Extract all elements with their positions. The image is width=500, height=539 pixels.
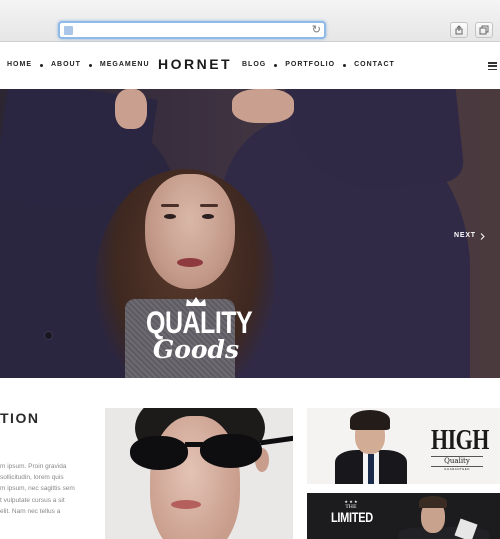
tabs-button[interactable] (475, 22, 493, 38)
nav-separator (88, 63, 92, 67)
nav-contact[interactable]: CONTACT (354, 60, 395, 70)
hero-slider: QUALITY Goods NEXT (0, 89, 500, 378)
hero-script-text: Goods (152, 335, 240, 364)
nav-blog[interactable]: BLOG (242, 60, 266, 70)
share-icon (455, 25, 463, 35)
nav-about[interactable]: ABOUT (51, 60, 81, 70)
limited-pre-text: THE (345, 504, 357, 510)
nav-separator (40, 63, 43, 67)
body-line: elit. Nam nec tellus a (0, 507, 61, 515)
guaranteed-tagline: GUARANTEED (444, 467, 470, 471)
nav-megamenu[interactable]: MEGAMENU (100, 60, 150, 70)
high-quality-tile[interactable]: HIGH Quality GUARANTEED (307, 408, 500, 484)
suited-man-photo (335, 408, 407, 484)
address-bar[interactable]: ↻ (58, 21, 326, 39)
primary-nav-right: BLOG PORTFOLIO CONTACT (242, 60, 395, 70)
site-logo[interactable]: HORNET (158, 56, 232, 72)
body-line: m ipsum. Proin gravida (0, 463, 67, 470)
coat-button (44, 331, 53, 340)
quality-subtitle: Quality (431, 456, 483, 467)
browser-toolbar: ↻ (0, 0, 500, 42)
section-body-text: m ipsum. Proin gravida sollicitudin, lor… (0, 461, 82, 517)
sunglasses-model-tile[interactable] (105, 408, 293, 539)
body-line: m ipsum, nec sagittis sem (0, 485, 75, 493)
nav-separator (343, 63, 347, 67)
favicon-icon (64, 26, 73, 35)
site-header: HOME ABOUT MEGAMENU HORNET BLOG PORTFOLI… (0, 43, 500, 89)
body-line: t vulputate cursus a sit (0, 496, 65, 504)
reload-icon[interactable]: ↻ (312, 23, 321, 37)
tabs-icon (479, 25, 489, 35)
high-title: HIGH (431, 423, 489, 456)
chevron-right-icon (480, 232, 485, 240)
quality-goods-logo: QUALITY Goods (146, 296, 253, 364)
share-button[interactable] (450, 22, 468, 38)
slider-next-button[interactable]: NEXT (454, 231, 485, 241)
limited-edition-tile[interactable]: ★ ★ ★ THE LIMITED (307, 493, 500, 539)
limited-badge: ★ ★ ★ THE LIMITED (331, 499, 373, 526)
high-quality-badge: HIGH Quality GUARANTEED (431, 423, 489, 472)
nav-separator (274, 63, 278, 67)
hamburger-menu-icon[interactable] (488, 62, 497, 72)
primary-nav-left: HOME ABOUT MEGAMENU (7, 60, 150, 70)
next-label: NEXT (454, 232, 476, 239)
section-title: TION (0, 410, 40, 426)
nav-portfolio[interactable]: PORTFOLIO (285, 60, 335, 70)
nav-home[interactable]: HOME (7, 60, 32, 70)
content-section: TION m ipsum. Proin gravida sollicitudin… (0, 378, 500, 539)
limited-title: LIMITED (331, 510, 373, 526)
body-line: sollicitudin, lorem quis (0, 474, 64, 482)
hero-headline: QUALITY (146, 305, 253, 341)
